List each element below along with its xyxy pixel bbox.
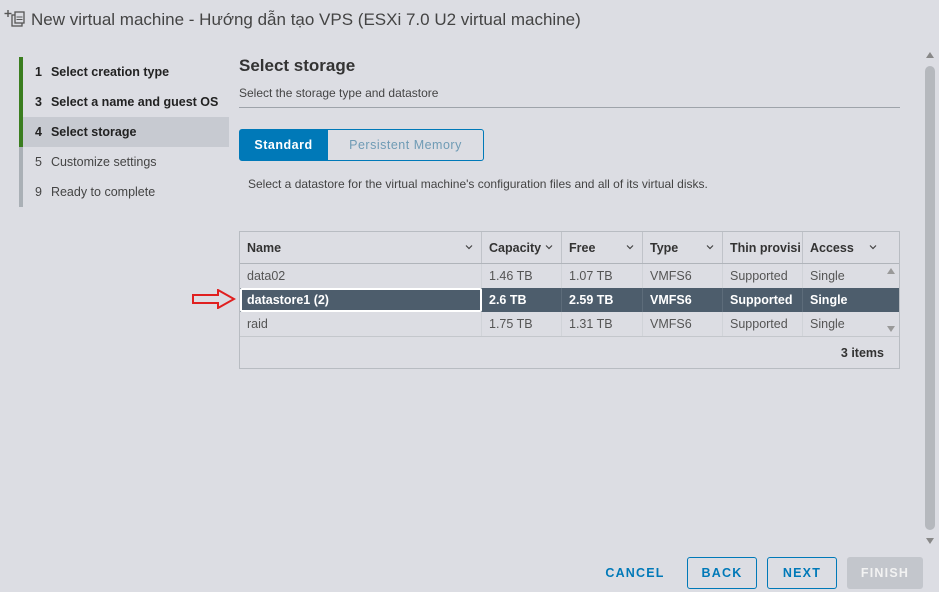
step-number: 4: [35, 125, 42, 139]
cell-access: Single: [810, 293, 848, 307]
cell-thin-provisioning: Supported: [723, 264, 803, 288]
scrollbar-thumb[interactable]: [925, 66, 935, 530]
cell-type: VMFS6: [643, 288, 723, 312]
chevron-down-icon[interactable]: [626, 243, 634, 251]
step-number: 9: [35, 185, 42, 199]
main-content: Select storage Select the storage type a…: [229, 46, 921, 548]
cell-thin-provisioning: Supported: [723, 312, 803, 336]
scroll-down-icon[interactable]: [926, 538, 934, 544]
table-row[interactable]: raid 1.75 TB 1.31 TB VMFS6 Supported Sin…: [240, 312, 899, 336]
cell-access: Single: [810, 317, 845, 331]
column-header-label: Free: [569, 240, 596, 255]
column-header-label: Thin provisi: [730, 240, 801, 255]
tab-standard[interactable]: Standard: [239, 129, 328, 161]
chevron-down-icon[interactable]: [465, 243, 473, 251]
grid-body: data02 1.46 TB 1.07 TB VMFS6 Supported S…: [240, 264, 899, 336]
step-ready-to-complete[interactable]: 9 Ready to complete: [19, 177, 229, 207]
step-label: Select creation type: [50, 65, 170, 79]
step-select-name-guest-os[interactable]: 3 Select a name and guest OS: [19, 87, 229, 117]
cell-name: data02: [240, 264, 482, 288]
step-number: 3: [35, 95, 42, 109]
datastore-grid: Name Capacity Free Type Thin provisi Acc…: [239, 231, 900, 369]
table-row[interactable]: data02 1.46 TB 1.07 TB VMFS6 Supported S…: [240, 264, 899, 288]
grid-scroll-down-icon[interactable]: [887, 326, 895, 332]
column-header-access[interactable]: Access: [803, 232, 899, 263]
cell-capacity: 1.75 TB: [482, 312, 562, 336]
column-header-name[interactable]: Name: [240, 232, 482, 263]
column-header-type[interactable]: Type: [643, 232, 723, 263]
chevron-down-icon[interactable]: [869, 243, 877, 251]
column-header-thin-provisioning[interactable]: Thin provisi: [723, 232, 803, 263]
step-label: Customize settings: [50, 155, 157, 169]
page-title: Select storage: [239, 56, 356, 75]
cancel-button[interactable]: CANCEL: [596, 557, 674, 589]
cell-capacity: 1.46 TB: [482, 264, 562, 288]
instruction-text: Select a datastore for the virtual machi…: [248, 177, 708, 191]
grid-scroll-up-icon[interactable]: [887, 268, 895, 274]
column-header-label: Name: [247, 240, 282, 255]
step-select-storage[interactable]: 4 Select storage: [19, 117, 229, 147]
grid-header: Name Capacity Free Type Thin provisi Acc…: [240, 232, 899, 264]
cell-capacity: 2.6 TB: [482, 288, 562, 312]
column-header-free[interactable]: Free: [562, 232, 643, 263]
table-row-selected[interactable]: datastore1 (2) 2.6 TB 2.59 TB VMFS6 Supp…: [240, 288, 899, 312]
cell-free: 1.07 TB: [562, 264, 643, 288]
divider: [239, 107, 900, 108]
column-header-capacity[interactable]: Capacity: [482, 232, 562, 263]
chevron-down-icon[interactable]: [706, 243, 714, 251]
window-title: New virtual machine - Hướng dẫn tạo VPS …: [31, 10, 581, 29]
cell-free: 2.59 TB: [562, 288, 643, 312]
cell-type: VMFS6: [643, 264, 723, 288]
cell-type: VMFS6: [643, 312, 723, 336]
step-customize-settings[interactable]: 5 Customize settings: [19, 147, 229, 177]
cell-access: Single: [810, 269, 845, 283]
step-label: Ready to complete: [50, 185, 156, 199]
scroll-up-icon[interactable]: [926, 52, 934, 58]
tab-persistent-memory[interactable]: Persistent Memory: [328, 129, 484, 161]
step-label: Select storage: [50, 125, 137, 139]
storage-type-toggle: Standard Persistent Memory: [239, 129, 484, 161]
back-button[interactable]: BACK: [687, 557, 757, 589]
column-header-label: Type: [650, 240, 679, 255]
next-button[interactable]: NEXT: [767, 557, 837, 589]
cell-name: datastore1 (2): [240, 288, 482, 312]
step-number: 5: [35, 155, 42, 169]
new-vm-icon: [4, 10, 25, 27]
column-header-label: Access: [810, 240, 854, 255]
finish-button[interactable]: FINISH: [847, 557, 923, 589]
column-header-label: Capacity: [489, 240, 542, 255]
title-bar: New virtual machine - Hướng dẫn tạo VPS …: [0, 0, 939, 46]
step-label: Select a name and guest OS: [50, 95, 219, 109]
step-number: 1: [35, 65, 42, 79]
page-scrollbar[interactable]: [921, 46, 939, 548]
grid-footer: 3 items: [240, 336, 899, 368]
cell-free: 1.31 TB: [562, 312, 643, 336]
red-arrow-icon: [192, 289, 236, 309]
chevron-down-icon[interactable]: [545, 243, 553, 251]
cell-name: raid: [240, 312, 482, 336]
item-count: 3 items: [840, 345, 884, 360]
wizard-footer: CANCEL BACK NEXT FINISH: [0, 548, 939, 592]
page-subtitle: Select the storage type and datastore: [239, 86, 439, 100]
step-select-creation-type[interactable]: 1 Select creation type: [19, 57, 229, 87]
cell-thin-provisioning: Supported: [723, 288, 803, 312]
